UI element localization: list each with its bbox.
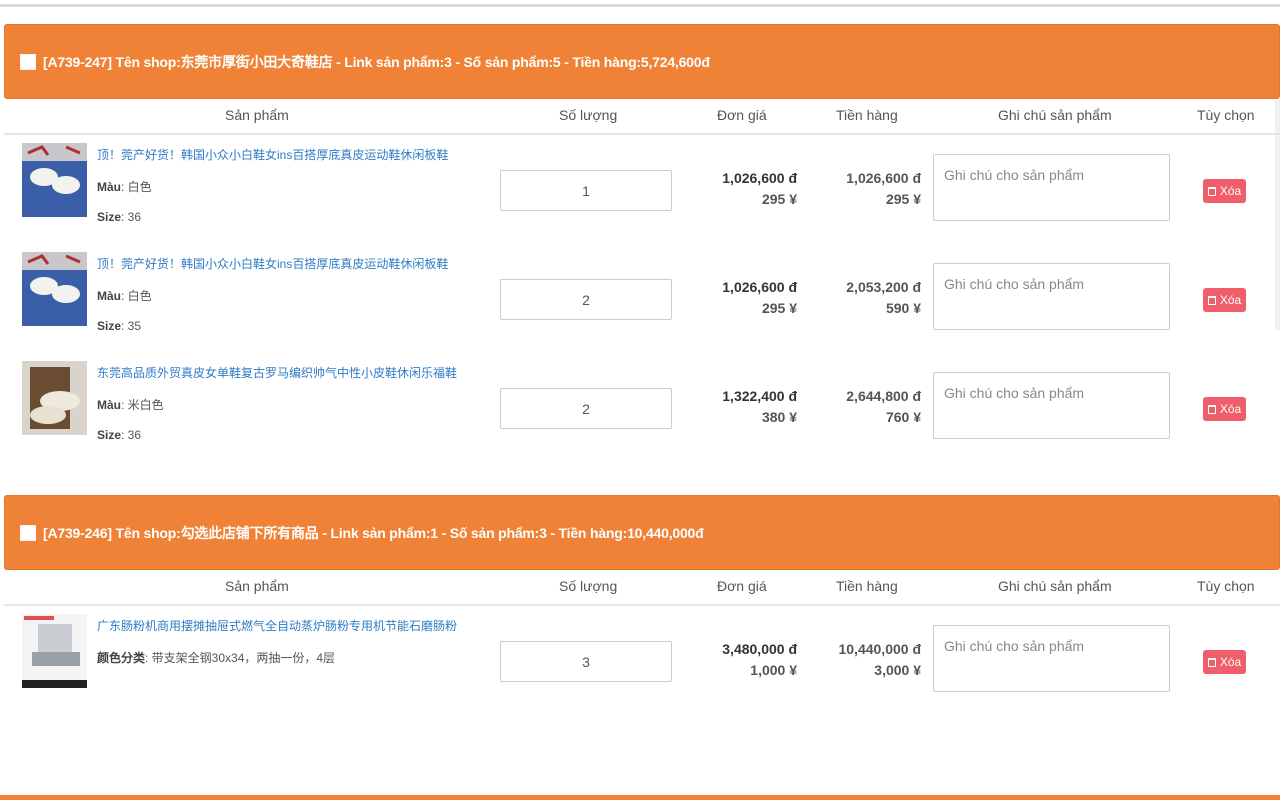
product-attr: Màu: 白色	[97, 180, 152, 194]
quantity-input[interactable]: 2	[500, 388, 672, 429]
table-row: 顶！莞产好货！韩国小众小白鞋女ins百搭厚底真皮运动鞋休闲板鞋 Màu: 白色 …	[4, 135, 1280, 244]
shop-select-checkbox[interactable]	[20, 53, 36, 70]
col-amount: Tiền hàng	[836, 578, 898, 594]
trash-icon	[1207, 657, 1216, 667]
col-product: Sản phẩm	[225, 578, 289, 594]
table-row: 东莞高品质外贸真皮女单鞋复古罗马编织帅气中性小皮鞋休闲乐福鞋 Màu: 米白色 …	[4, 353, 1280, 462]
col-note: Ghi chú sản phẩm	[998, 578, 1112, 594]
product-name-link[interactable]: 广东肠粉机商用摆摊抽屉式燃气全自动蒸炉肠粉专用机节能石磨肠粉	[97, 617, 457, 634]
col-product: Sản phẩm	[225, 107, 289, 123]
unit-price: 1,026,600 đ 295 ¥	[722, 279, 797, 316]
top-divider	[0, 4, 1280, 7]
trash-icon	[1207, 186, 1216, 196]
product-attr: 颜色分类: 带支架全钢30x34，两抽一份，4层	[97, 651, 336, 665]
line-total: 2,644,800 đ 760 ¥	[846, 388, 921, 425]
col-quantity: Số lượng	[559, 107, 618, 123]
product-thumbnail[interactable]	[22, 614, 87, 688]
quantity-input[interactable]: 2	[500, 279, 672, 320]
shop-title: [A739-247] Tên shop:东莞市厚街小田大奇鞋店 - Link s…	[43, 53, 710, 70]
quantity-input[interactable]: 3	[500, 641, 672, 682]
product-attr: Size: 36	[97, 428, 142, 442]
shop-section: [A739-246] Tên shop:勾选此店铺下所有商品 - Link sả…	[4, 495, 1280, 715]
product-attr: Size: 35	[97, 319, 142, 333]
product-thumbnail[interactable]	[22, 361, 87, 435]
delete-button[interactable]: Xóa	[1203, 650, 1246, 674]
unit-price: 1,026,600 đ 295 ¥	[722, 170, 797, 207]
bottom-divider	[0, 795, 1280, 800]
col-unit-price: Đơn giá	[717, 578, 767, 594]
product-attr: Size: 36	[97, 210, 142, 224]
product-attr: Màu: 米白色	[97, 398, 164, 412]
table-row: 顶！莞产好货！韩国小众小白鞋女ins百搭厚底真皮运动鞋休闲板鞋 Màu: 白色 …	[4, 244, 1280, 353]
unit-price: 1,322,400 đ 380 ¥	[722, 388, 797, 425]
table-row: 广东肠粉机商用摆摊抽屉式燃气全自动蒸炉肠粉专用机节能石磨肠粉 颜色分类: 带支架…	[4, 606, 1280, 715]
delete-button[interactable]: Xóa	[1203, 288, 1246, 312]
shop-select-checkbox[interactable]	[20, 524, 36, 541]
shop-section: [A739-247] Tên shop:东莞市厚街小田大奇鞋店 - Link s…	[4, 24, 1280, 462]
note-textarea[interactable]: Ghi chú cho sản phẩm	[933, 154, 1170, 221]
line-total: 2,053,200 đ 590 ¥	[846, 279, 921, 316]
note-textarea[interactable]: Ghi chú cho sản phẩm	[933, 372, 1170, 439]
col-unit-price: Đơn giá	[717, 107, 767, 123]
product-name-link[interactable]: 东莞高品质外贸真皮女单鞋复古罗马编织帅气中性小皮鞋休闲乐福鞋	[97, 364, 457, 381]
product-thumbnail[interactable]	[22, 143, 87, 217]
trash-icon	[1207, 404, 1216, 414]
product-name-link[interactable]: 顶！莞产好货！韩国小众小白鞋女ins百搭厚底真皮运动鞋休闲板鞋	[97, 255, 448, 272]
trash-icon	[1207, 295, 1216, 305]
column-header-row: Sản phẩm Số lượng Đơn giá Tiền hàng Ghi …	[4, 570, 1280, 606]
shop-header: [A739-247] Tên shop:东莞市厚街小田大奇鞋店 - Link s…	[4, 24, 1280, 99]
col-note: Ghi chú sản phẩm	[998, 107, 1112, 123]
col-options: Tùy chọn	[1197, 578, 1255, 594]
product-attr: Màu: 白色	[97, 289, 152, 303]
line-total: 1,026,600 đ 295 ¥	[846, 170, 921, 207]
col-quantity: Số lượng	[559, 578, 618, 594]
col-amount: Tiền hàng	[836, 107, 898, 123]
delete-button[interactable]: Xóa	[1203, 179, 1246, 203]
product-thumbnail[interactable]	[22, 252, 87, 326]
shop-header: [A739-246] Tên shop:勾选此店铺下所有商品 - Link sả…	[4, 495, 1280, 570]
shop-title: [A739-246] Tên shop:勾选此店铺下所有商品 - Link sả…	[43, 524, 704, 541]
note-textarea[interactable]: Ghi chú cho sản phẩm	[933, 263, 1170, 330]
col-options: Tùy chọn	[1197, 107, 1255, 123]
note-textarea[interactable]: Ghi chú cho sản phẩm	[933, 625, 1170, 692]
column-header-row: Sản phẩm Số lượng Đơn giá Tiền hàng Ghi …	[4, 99, 1280, 135]
line-total: 10,440,000 đ 3,000 ¥	[838, 641, 921, 678]
product-name-link[interactable]: 顶！莞产好货！韩国小众小白鞋女ins百搭厚底真皮运动鞋休闲板鞋	[97, 146, 448, 163]
quantity-input[interactable]: 1	[500, 170, 672, 211]
unit-price: 3,480,000 đ 1,000 ¥	[722, 641, 797, 678]
delete-button[interactable]: Xóa	[1203, 397, 1246, 421]
